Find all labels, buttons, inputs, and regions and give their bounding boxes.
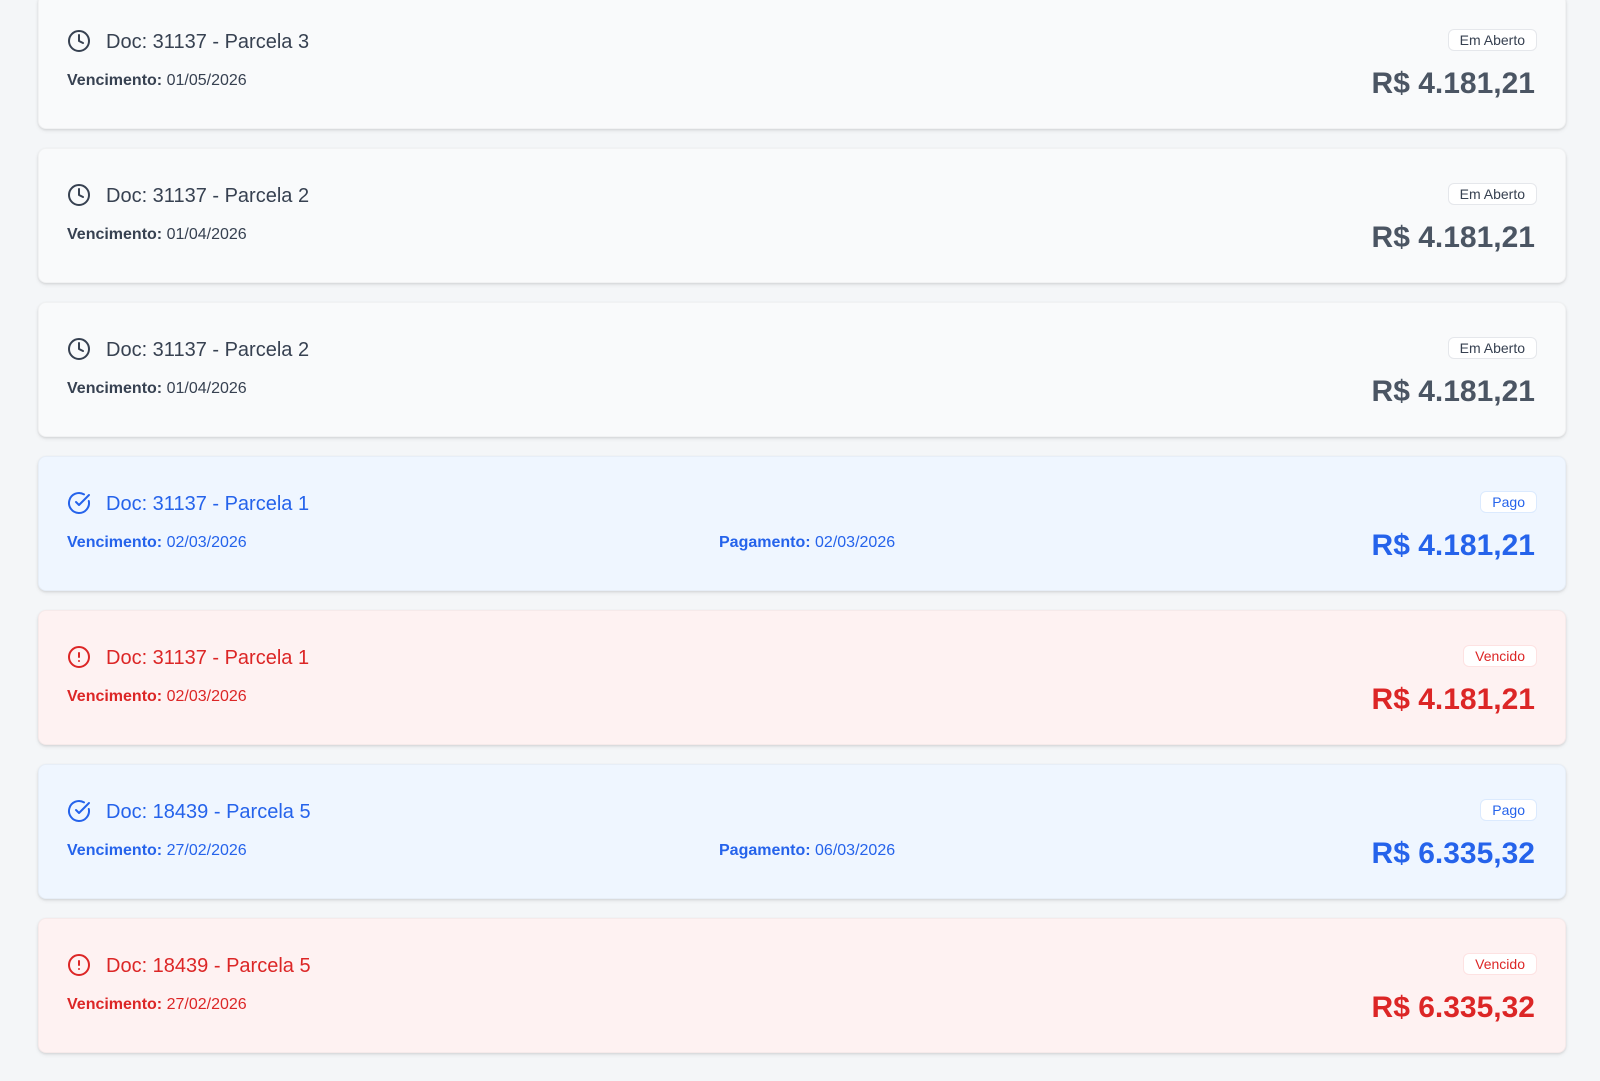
due-value: 01/05/2026 bbox=[166, 72, 247, 89]
due-date: Vencimento: 27/02/2026 bbox=[67, 841, 247, 861]
installment-card[interactable]: Doc: 31137 - Parcela 3 Vencimento: 01/05… bbox=[38, 0, 1566, 129]
due-date: Vencimento: 27/02/2026 bbox=[67, 995, 247, 1015]
due-date: Vencimento: 01/05/2026 bbox=[67, 71, 247, 91]
amount: R$ 4.181,21 bbox=[1371, 67, 1535, 100]
amount: R$ 6.335,32 bbox=[1371, 991, 1535, 1024]
installment-title: Doc: 31137 - Parcela 2 bbox=[106, 339, 310, 361]
installment-card[interactable]: Doc: 31137 - Parcela 1 Vencimento: 02/03… bbox=[38, 456, 1566, 591]
due-value: 02/03/2026 bbox=[166, 688, 247, 705]
payment-date: Pagamento: 02/03/2026 bbox=[719, 533, 895, 553]
payment-value: 02/03/2026 bbox=[815, 534, 896, 551]
due-date: Vencimento: 02/03/2026 bbox=[67, 533, 247, 553]
status-badge: Em Aberto bbox=[1447, 183, 1537, 205]
due-value: 01/04/2026 bbox=[166, 226, 247, 243]
status-badge: Pago bbox=[1480, 799, 1537, 821]
due-date: Vencimento: 01/04/2026 bbox=[67, 225, 247, 245]
alert-circle-icon bbox=[67, 953, 91, 977]
clock-icon bbox=[67, 29, 91, 53]
installment-card[interactable]: Doc: 31137 - Parcela 2 Vencimento: 01/04… bbox=[38, 302, 1566, 437]
status-badge: Vencido bbox=[1463, 645, 1537, 667]
due-label: Vencimento: bbox=[67, 996, 163, 1013]
payment-label: Pagamento: bbox=[719, 534, 811, 551]
status-badge: Em Aberto bbox=[1447, 337, 1537, 359]
due-label: Vencimento: bbox=[67, 72, 163, 89]
due-label: Vencimento: bbox=[67, 226, 163, 243]
installment-title: Doc: 18439 - Parcela 5 bbox=[106, 955, 311, 977]
amount: R$ 4.181,21 bbox=[1371, 221, 1535, 254]
due-value: 27/02/2026 bbox=[166, 842, 247, 859]
due-label: Vencimento: bbox=[67, 380, 163, 397]
amount: R$ 4.181,21 bbox=[1371, 683, 1535, 716]
due-date: Vencimento: 01/04/2026 bbox=[67, 379, 247, 399]
due-value: 02/03/2026 bbox=[166, 534, 247, 551]
amount: R$ 4.181,21 bbox=[1371, 529, 1535, 562]
due-label: Vencimento: bbox=[67, 534, 163, 551]
clock-icon bbox=[67, 337, 91, 361]
amount: R$ 6.335,32 bbox=[1371, 837, 1535, 870]
check-circle-icon bbox=[67, 491, 91, 515]
installment-card[interactable]: Doc: 18439 - Parcela 5 Vencimento: 27/02… bbox=[38, 764, 1566, 899]
installment-title: Doc: 31137 - Parcela 2 bbox=[106, 185, 310, 207]
due-date: Vencimento: 02/03/2026 bbox=[67, 687, 247, 707]
installment-title: Doc: 31137 - Parcela 1 bbox=[106, 647, 310, 669]
status-badge: Pago bbox=[1480, 491, 1537, 513]
check-circle-icon bbox=[67, 799, 91, 823]
due-label: Vencimento: bbox=[67, 688, 163, 705]
installment-title: Doc: 31137 - Parcela 3 bbox=[106, 31, 310, 53]
installment-title: Doc: 31137 - Parcela 1 bbox=[106, 493, 310, 515]
due-value: 01/04/2026 bbox=[166, 380, 247, 397]
alert-circle-icon bbox=[67, 645, 91, 669]
amount: R$ 4.181,21 bbox=[1371, 375, 1535, 408]
installment-list: Doc: 31137 - Parcela 3 Vencimento: 01/05… bbox=[38, 0, 1566, 1072]
payment-date: Pagamento: 06/03/2026 bbox=[719, 841, 895, 861]
payment-value: 06/03/2026 bbox=[815, 842, 896, 859]
status-badge: Em Aberto bbox=[1447, 29, 1537, 51]
clock-icon bbox=[67, 183, 91, 207]
due-label: Vencimento: bbox=[67, 842, 163, 859]
installment-title: Doc: 18439 - Parcela 5 bbox=[106, 801, 311, 823]
payment-label: Pagamento: bbox=[719, 842, 811, 859]
due-value: 27/02/2026 bbox=[166, 996, 247, 1013]
installment-card[interactable]: Doc: 31137 - Parcela 2 Vencimento: 01/04… bbox=[38, 148, 1566, 283]
status-badge: Vencido bbox=[1463, 953, 1537, 975]
installment-card[interactable]: Doc: 18439 - Parcela 5 Vencimento: 27/02… bbox=[38, 918, 1566, 1053]
installment-card[interactable]: Doc: 31137 - Parcela 1 Vencimento: 02/03… bbox=[38, 610, 1566, 745]
